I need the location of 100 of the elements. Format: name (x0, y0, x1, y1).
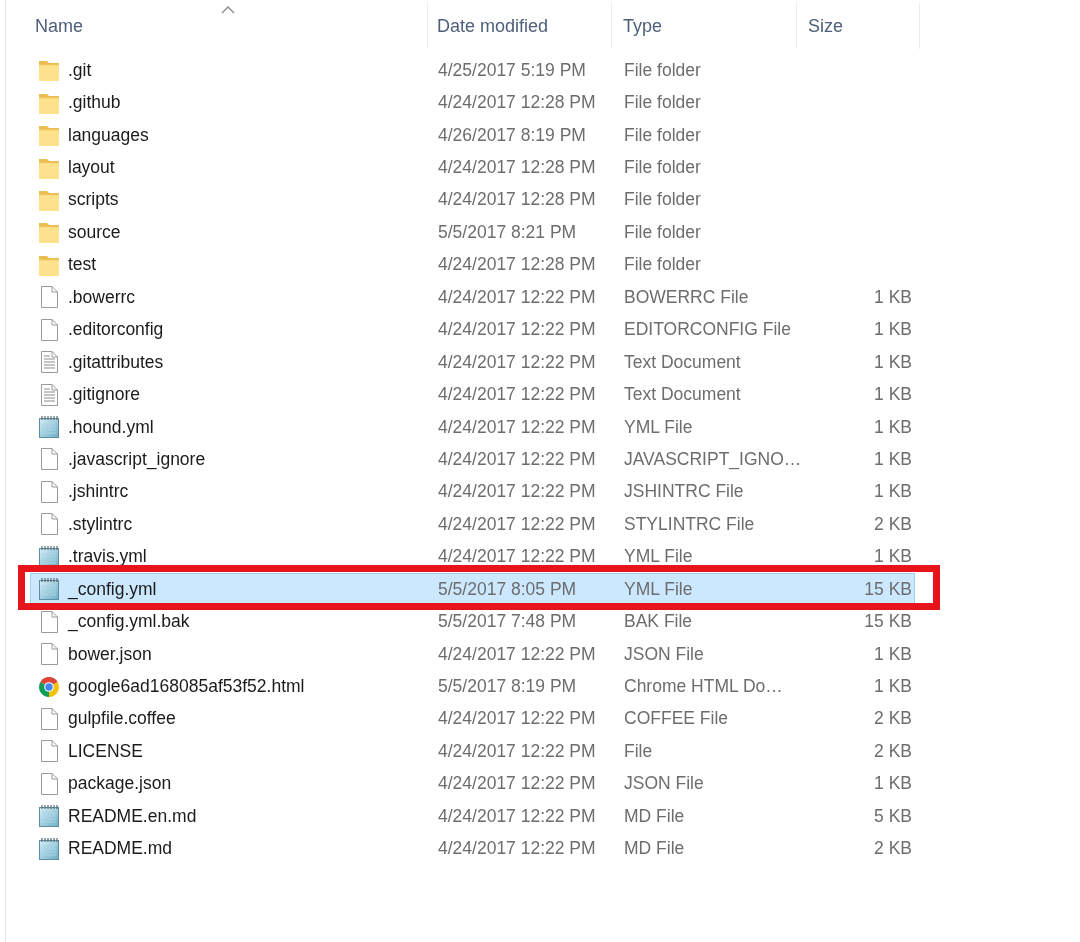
file-row[interactable]: .stylintrc 4/24/2017 12:22 PM STYLINTRC File 2 KB (30, 508, 915, 541)
date-modified: 4/24/2017 12:28 PM (437, 189, 597, 211)
file-row[interactable]: README.en.md 4/24/2017 12:22 PM MD File 5 KB (30, 800, 915, 833)
file-name: README.en.md (68, 805, 197, 827)
file-row[interactable]: _config.yml.bak 5/5/2017 7:48 PM BAK File 15 KB (30, 605, 915, 638)
date-modified: 4/24/2017 12:22 PM (437, 708, 597, 730)
file-size: 5 KB (874, 805, 913, 827)
date-modified: 4/24/2017 12:22 PM (437, 838, 597, 860)
date-modified: 5/5/2017 8:05 PM (437, 578, 578, 600)
file-name: .github (68, 92, 121, 114)
file-name: .editorconfig (68, 319, 164, 341)
date-modified: 5/5/2017 8:19 PM (437, 676, 578, 698)
file-row[interactable]: .editorconfig 4/24/2017 12:22 PM EDITORCONFIG File 1 KB (30, 313, 915, 346)
file-type: YML File (623, 578, 694, 600)
file-row[interactable]: .jshintrc 4/24/2017 12:22 PM JSHINTRC File 1 KB (30, 475, 915, 509)
file-name: LICENSE (68, 740, 143, 762)
file-type: BOWERRC File (623, 286, 750, 308)
notepad-icon (38, 577, 60, 602)
file-row[interactable]: .git 4/25/2017 5:19 PM File folder (30, 54, 915, 87)
file-row[interactable]: .gitattributes 4/24/2017 12:22 PM Text Document 1 KB (30, 345, 915, 379)
file-row[interactable]: gulpfile.coffee 4/24/2017 12:22 PM COFFEE File 2 KB (30, 702, 915, 736)
file-size: 1 KB (874, 416, 913, 438)
file-name: .jshintrc (68, 481, 129, 503)
file-icon (38, 771, 60, 796)
file-type: BAK File (623, 611, 694, 633)
file-row[interactable]: .bowerrc 4/24/2017 12:22 PM BOWERRC File 1 KB (30, 281, 915, 314)
file-size: 2 KB (874, 740, 913, 762)
file-type: COFFEE File (623, 708, 730, 730)
file-row[interactable]: .github 4/24/2017 12:28 PM File folder (30, 86, 915, 119)
date-modified: 4/24/2017 12:22 PM (437, 805, 597, 827)
column-header[interactable]: Date modified (428, 3, 612, 49)
file-type: MD File (623, 805, 686, 827)
file-type: YML File (623, 546, 694, 568)
date-modified: 4/24/2017 12:22 PM (437, 416, 597, 438)
file-size: 2 KB (874, 513, 913, 535)
file-row[interactable]: .travis.yml 4/24/2017 12:22 PM YML File 1 KB (30, 540, 915, 573)
file-type: File folder (623, 189, 702, 211)
file-size: 2 KB (874, 708, 913, 730)
file-name: .gitattributes (68, 351, 164, 373)
file-type: File (623, 740, 654, 762)
browser-logo-icon (38, 674, 60, 699)
file-name: .bowerrc (68, 286, 136, 308)
file-size: 1 KB (874, 351, 913, 373)
file-name: package.json (68, 773, 172, 795)
file-row[interactable]: source 5/5/2017 8:21 PM File folder (30, 216, 915, 249)
file-icon (38, 285, 60, 310)
file-row[interactable]: package.json 4/24/2017 12:22 PM JSON File 1 KB (30, 767, 915, 801)
file-size: 1 KB (874, 286, 913, 308)
file-row[interactable]: README.md 4/24/2017 12:22 PM MD File 2 KB (30, 832, 915, 865)
file-name: source (68, 221, 121, 243)
file-type: STYLINTRC File (623, 513, 756, 535)
file-size: 1 KB (874, 676, 913, 698)
file-row[interactable]: languages 4/26/2017 8:19 PM File folder (30, 118, 915, 152)
file-row[interactable]: bower.json 4/24/2017 12:22 PM JSON File 1 KB (30, 637, 915, 671)
file-row[interactable]: .gitignore 4/24/2017 12:22 PM Text Document 1 KB (30, 378, 915, 411)
document-icon (38, 382, 60, 407)
column-header[interactable]: Name (30, 3, 428, 49)
file-icon (38, 317, 60, 342)
file-name: .travis.yml (68, 546, 147, 568)
notepad-icon (38, 836, 60, 861)
file-name: bower.json (68, 643, 152, 665)
notepad-icon (38, 804, 60, 829)
date-modified: 4/24/2017 12:22 PM (437, 448, 597, 470)
file-name: .gitignore (68, 384, 140, 406)
file-type: EDITORCONFIG File (623, 319, 792, 341)
file-size: 1 KB (874, 546, 913, 568)
file-type: YML File (623, 416, 694, 438)
date-modified: 4/24/2017 12:22 PM (437, 513, 597, 535)
file-type: Text Document (623, 351, 742, 373)
file-row[interactable]: _config.yml 5/5/2017 8:05 PM YML File 15 KB (30, 573, 915, 606)
file-size: 2 KB (874, 838, 913, 860)
file-type: File folder (623, 124, 702, 146)
file-size: 15 KB (864, 611, 913, 633)
file-row[interactable]: google6ad168085af53f52.html 5/5/2017 8:19 PM Chrome HTML Do… 1 KB (30, 670, 915, 703)
file-row[interactable]: test 4/24/2017 12:28 PM File folder (30, 248, 915, 282)
file-icon (38, 739, 60, 764)
date-modified: 4/24/2017 12:22 PM (437, 351, 597, 373)
column-header[interactable]: Size (797, 3, 920, 49)
file-name: .stylintrc (68, 513, 133, 535)
file-name: layout (68, 157, 115, 179)
file-name: .git (68, 59, 92, 81)
file-row[interactable]: scripts 4/24/2017 12:28 PM File folder (30, 183, 915, 217)
file-type: JSHINTRC File (623, 481, 745, 503)
file-name: _config.yml.bak (68, 611, 190, 633)
file-name: google6ad168085af53f52.html (68, 676, 305, 698)
file-row[interactable]: .javascript_ignore 4/24/2017 12:22 PM JAVASCRIPT_IGNO… 1 KB (30, 443, 915, 476)
column-header[interactable]: Type (612, 3, 797, 49)
date-modified: 4/24/2017 12:22 PM (437, 481, 597, 503)
file-size: 1 KB (874, 773, 913, 795)
file-name: languages (68, 124, 149, 146)
date-modified: 4/24/2017 12:22 PM (437, 740, 597, 762)
file-type: File folder (623, 221, 702, 243)
date-modified: 4/24/2017 12:22 PM (437, 546, 597, 568)
file-type: File folder (623, 59, 702, 81)
file-row[interactable]: .hound.yml 4/24/2017 12:22 PM YML File 1 KB (30, 410, 915, 444)
notepad-icon (38, 415, 60, 440)
file-row[interactable]: LICENSE 4/24/2017 12:22 PM File 2 KB (30, 735, 915, 768)
file-row[interactable]: layout 4/24/2017 12:28 PM File folder (30, 151, 915, 184)
file-name: README.md (68, 838, 173, 860)
file-name: .javascript_ignore (68, 448, 206, 470)
